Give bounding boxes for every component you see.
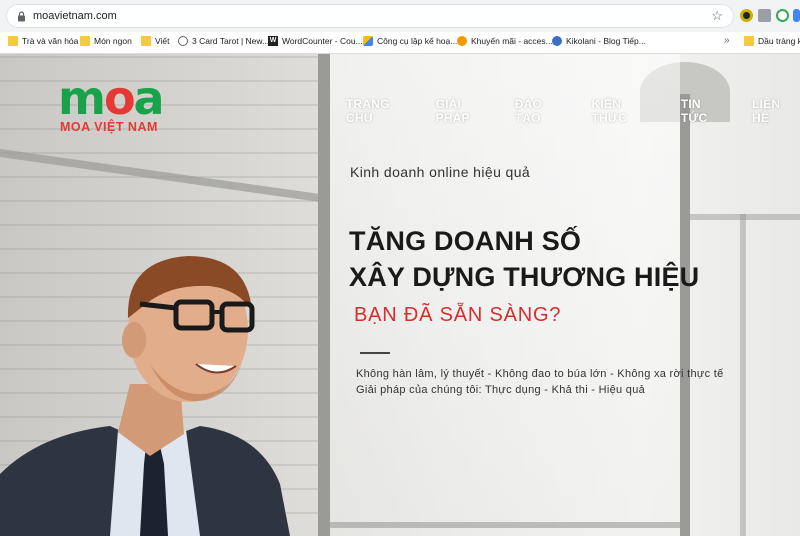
bookmarks-bar: Trà và văn hóa Món ngon Viết 3 Card Taro… (0, 32, 800, 54)
nav-item-knowledge[interactable]: KIẾN THỨC (592, 97, 659, 125)
bookmark-item[interactable]: Dầu tràng kỉ (744, 36, 800, 46)
bookmark-item[interactable]: Viết (141, 36, 170, 46)
bookmark-item[interactable]: W WordCounter - Cou... (268, 36, 363, 46)
bookmark-label: Trà và văn hóa (22, 36, 79, 46)
hero-description: Không hàn lâm, lý thuyết - Không đao to … (356, 366, 724, 398)
nav-item-news[interactable]: TIN TỨC (681, 97, 730, 125)
w-icon: W (268, 36, 278, 46)
bookmark-star-icon[interactable]: ☆ (711, 8, 723, 24)
nav-item-contact[interactable]: LIÊN HỆ (752, 97, 800, 125)
nav-item-solutions[interactable]: GIẢI PHÁP (436, 97, 498, 125)
more-bookmarks-icon[interactable]: » (724, 35, 730, 46)
logo-letter: o (103, 71, 136, 125)
hero-tagline: Kinh doanh online hiệu quả (350, 164, 531, 180)
extension-icon[interactable] (758, 9, 771, 22)
description-line: Không hàn lâm, lý thuyết - Không đao to … (356, 368, 724, 380)
extension-icon[interactable] (776, 9, 789, 22)
bookmark-item[interactable]: Món ngon (80, 36, 132, 46)
bookmark-label: Dầu tràng kỉ (758, 36, 800, 46)
hero-question: BẠN ĐÃ SẴN SÀNG? (354, 304, 562, 326)
nav-item-home[interactable]: TRANG CHỦ (346, 97, 419, 125)
bookmark-label: WordCounter - Cou... (282, 36, 363, 46)
hero-section: moa MOA VIỆT NAM TRANG CHỦ GIẢI PHÁP ĐÀO… (0, 54, 800, 536)
folder-icon (8, 36, 18, 46)
globe-icon (178, 36, 188, 46)
window-pane (330, 54, 680, 536)
hero-headline: TĂNG DOANH SỐ XÂY DỰNG THƯƠNG HIỆU (349, 223, 699, 295)
window-frame (330, 522, 680, 528)
bookmark-label: Khuyến mãi - acces... (471, 36, 553, 46)
folder-icon (80, 36, 90, 46)
extension-icon[interactable] (740, 9, 753, 22)
window-frame (318, 54, 330, 536)
headline-line: TĂNG DOANH SỐ (349, 226, 582, 256)
bookmark-label: Công cụ lập kế hoạ... (377, 36, 458, 46)
headline-line: XÂY DỰNG THƯƠNG HIỆU (349, 262, 700, 292)
bookmark-item[interactable]: Kikolani - Blog Tiếp... (552, 36, 646, 46)
folder-icon (744, 36, 754, 46)
nav-item-training[interactable]: ĐÀO TẠO (515, 97, 571, 125)
divider (360, 352, 390, 354)
bookmark-item[interactable]: Khuyến mãi - acces... (457, 36, 553, 46)
main-nav: TRANG CHỦ GIẢI PHÁP ĐÀO TẠO KIẾN THỨC TI… (346, 97, 800, 125)
browser-toolbar: moavietnam.com ☆ (0, 0, 800, 32)
bookmark-item[interactable]: 3 Card Tarot | New... (178, 36, 269, 46)
bookmark-label: 3 Card Tarot | New... (192, 36, 270, 46)
logo-text: MOA VIỆT NAM (60, 120, 158, 134)
lock-icon[interactable] (17, 11, 26, 22)
url-text[interactable]: moavietnam.com (33, 10, 117, 22)
logo-letter: m (58, 71, 106, 125)
google-ads-icon (363, 36, 373, 46)
address-bar[interactable]: moavietnam.com ☆ (6, 4, 734, 28)
logo-letter: a (133, 71, 165, 125)
folder-icon (141, 36, 151, 46)
businessman-image (0, 256, 290, 536)
accesstrade-icon (457, 36, 467, 46)
site-logo[interactable]: moa MOA VIỆT NAM (58, 75, 165, 134)
description-line: Giải pháp của chúng tôi: Thực dụng - Khả… (356, 384, 646, 396)
bookmark-item[interactable]: Công cụ lập kế hoạ... (363, 36, 457, 46)
bookmark-item[interactable]: Trà và văn hóa (8, 36, 78, 46)
bookmark-label: Viết (155, 36, 170, 46)
kikolani-icon (552, 36, 562, 46)
bookmark-label: Kikolani - Blog Tiếp... (566, 36, 646, 46)
logo-mark: moa (58, 75, 165, 121)
window-frame (680, 94, 690, 536)
extension-icon[interactable] (793, 9, 800, 22)
window-frame (740, 214, 746, 536)
bookmark-label: Món ngon (94, 36, 132, 46)
